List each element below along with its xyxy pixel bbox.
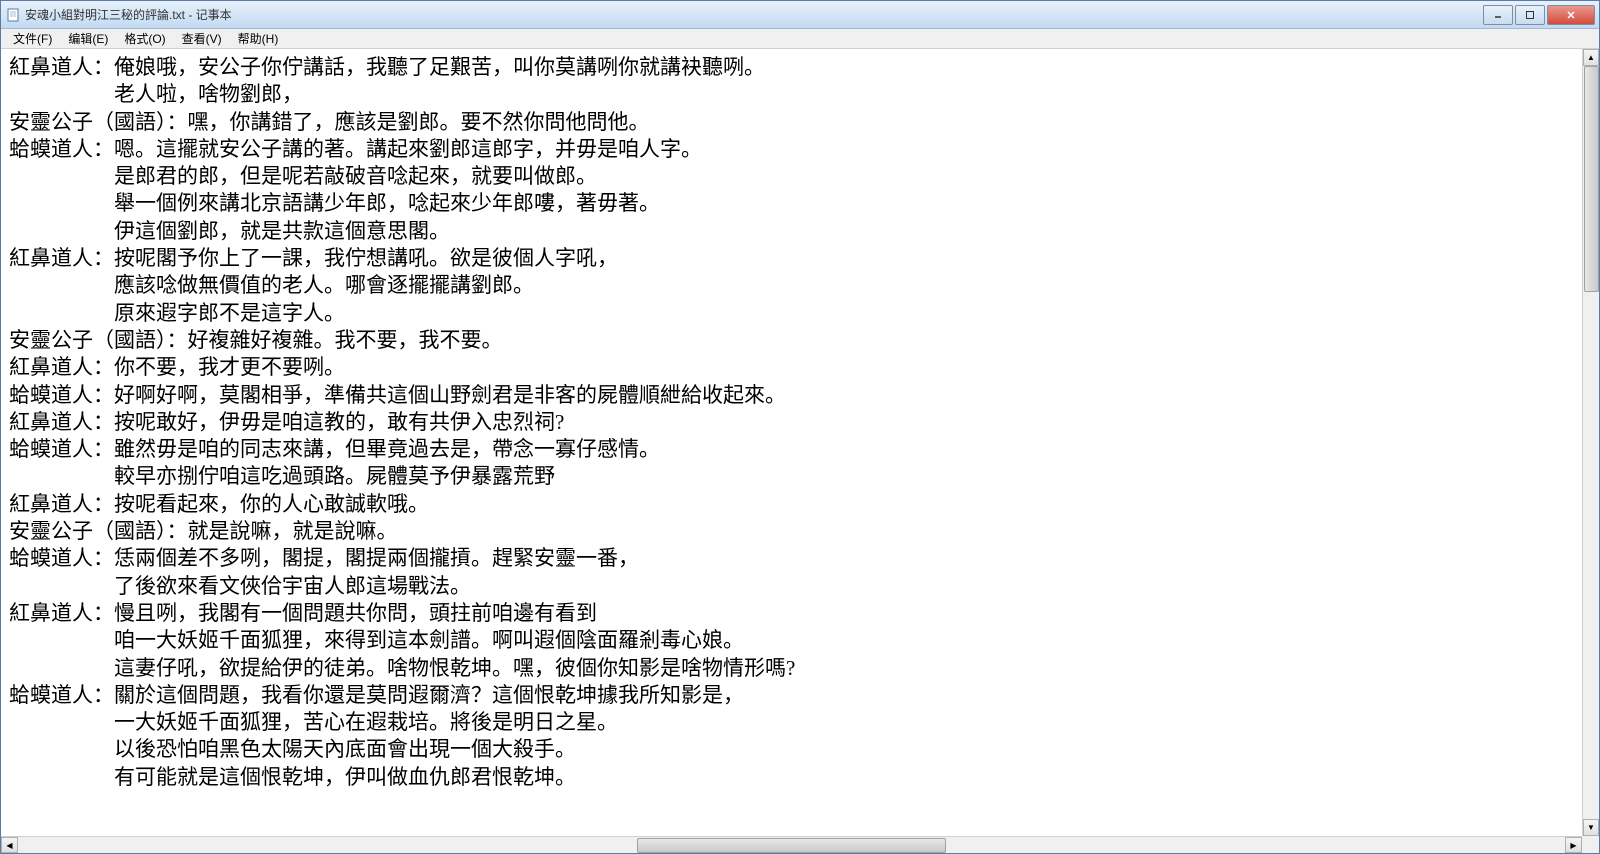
menu-format[interactable]: 格式(O) xyxy=(116,28,173,49)
maximize-button[interactable] xyxy=(1515,5,1545,25)
window-controls xyxy=(1483,5,1595,25)
scroll-right-arrow[interactable]: ▶ xyxy=(1565,837,1582,853)
minimize-button[interactable] xyxy=(1483,5,1513,25)
title-bar[interactable]: 安魂小組對明江三秘的評論.txt - 记事本 xyxy=(1,1,1599,29)
content-area: 紅鼻道人：俺娘哦，安公子你佇講話，我聽了足艱苦，叫你莫講咧你就講袂聽咧。 老人啦… xyxy=(1,49,1599,836)
window-title: 安魂小組對明江三秘的評論.txt - 记事本 xyxy=(25,6,1483,23)
text-editor[interactable]: 紅鼻道人：俺娘哦，安公子你佇講話，我聽了足艱苦，叫你莫講咧你就講袂聽咧。 老人啦… xyxy=(1,49,1582,836)
scroll-down-arrow[interactable]: ▼ xyxy=(1583,819,1599,836)
scroll-left-arrow[interactable]: ◀ xyxy=(1,837,18,853)
menu-view[interactable]: 查看(V) xyxy=(174,28,230,49)
scroll-corner xyxy=(1582,836,1599,853)
scroll-track-v[interactable] xyxy=(1583,66,1599,819)
bottom-scroll-row: ◀ ▶ xyxy=(1,836,1599,853)
close-button[interactable] xyxy=(1547,5,1595,25)
menu-file[interactable]: 文件(F) xyxy=(5,28,60,49)
horizontal-scrollbar[interactable]: ◀ ▶ xyxy=(1,836,1582,853)
scroll-thumb-h[interactable] xyxy=(637,838,946,853)
scroll-thumb-v[interactable] xyxy=(1584,66,1599,292)
notepad-window: 安魂小組對明江三秘的評論.txt - 记事本 文件(F) 编辑(E) 格式(O)… xyxy=(0,0,1600,854)
menu-edit[interactable]: 编辑(E) xyxy=(60,28,116,49)
scroll-track-h[interactable] xyxy=(18,837,1565,853)
scroll-up-arrow[interactable]: ▲ xyxy=(1583,49,1599,66)
notepad-icon xyxy=(5,7,21,23)
menu-bar: 文件(F) 编辑(E) 格式(O) 查看(V) 帮助(H) xyxy=(1,29,1599,49)
menu-help[interactable]: 帮助(H) xyxy=(230,28,287,49)
vertical-scrollbar[interactable]: ▲ ▼ xyxy=(1582,49,1599,836)
